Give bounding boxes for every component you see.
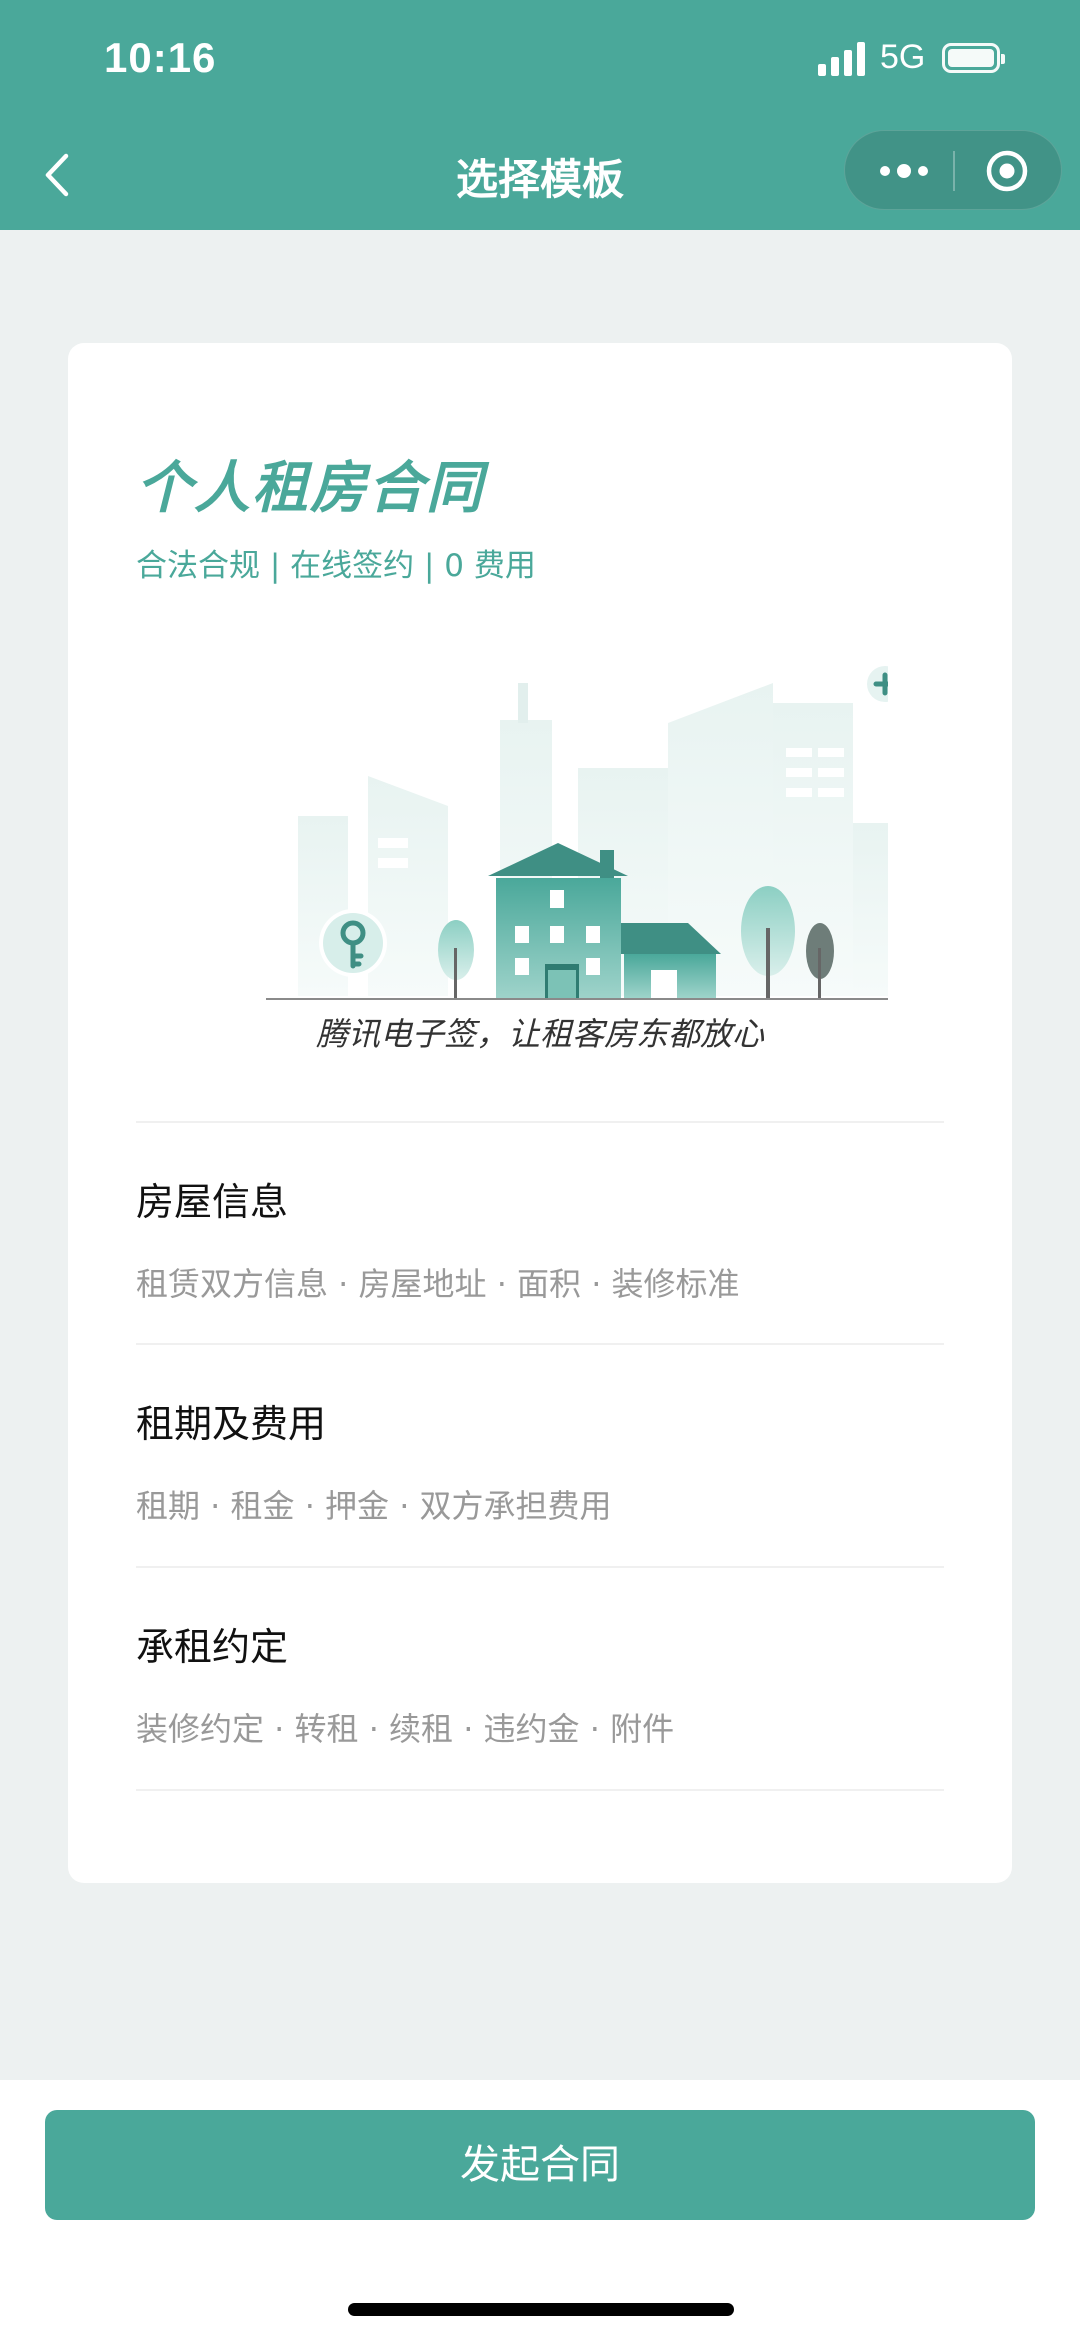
- home-indicator: [348, 2303, 734, 2316]
- section-divider: [136, 1789, 944, 1791]
- nav-bar: 选择模板: [0, 120, 1080, 230]
- section-desc: 租期 · 租金 · 押金 · 双方承担费用: [136, 1487, 612, 1525]
- city-house-illustration: [188, 628, 953, 1048]
- mini-program-capsule: [844, 130, 1062, 210]
- template-subtitle: 合法合规 | 在线签约 | 0 费用: [136, 548, 536, 584]
- section-title: 承租约定: [136, 1625, 289, 1669]
- bottom-action-bar: 发起合同: [0, 2080, 1080, 2336]
- section-lease-term-fees: 租期及费用 租期 · 租金 · 押金 · 双方承担费用: [136, 1343, 944, 1567]
- section-desc: 装修约定 · 转租 · 续租 · 违约金 · 附件: [136, 1710, 675, 1748]
- capsule-divider: [953, 151, 955, 191]
- target-icon[interactable]: [985, 149, 1029, 193]
- section-desc: 租赁双方信息 · 房屋地址 · 面积 · 装修标准: [136, 1265, 740, 1303]
- status-bar: 10:16 5G: [0, 0, 1080, 120]
- network-type: 5G: [880, 38, 926, 76]
- battery-icon: [942, 43, 1005, 73]
- template-title: 个人租房合同: [136, 456, 484, 521]
- start-contract-button[interactable]: 发起合同: [45, 2110, 1035, 2220]
- section-rental-agreement: 承租约定 装修约定 · 转租 · 续租 · 违约金 · 附件: [136, 1566, 944, 1790]
- status-time: 10:16: [104, 34, 217, 81]
- section-title: 房屋信息: [136, 1180, 289, 1224]
- section-title: 租期及费用: [136, 1402, 327, 1446]
- signal-icon: [818, 42, 868, 76]
- template-card[interactable]: 个人租房合同 合法合规 | 在线签约 | 0 费用 腾讯电子签，让租客房东都放心…: [68, 343, 1012, 1883]
- more-icon[interactable]: [875, 157, 935, 185]
- slogan: 腾讯电子签，让租客房东都放心: [315, 1015, 764, 1053]
- section-house-info: 房屋信息 租赁双方信息 · 房屋地址 · 面积 · 装修标准: [136, 1121, 944, 1345]
